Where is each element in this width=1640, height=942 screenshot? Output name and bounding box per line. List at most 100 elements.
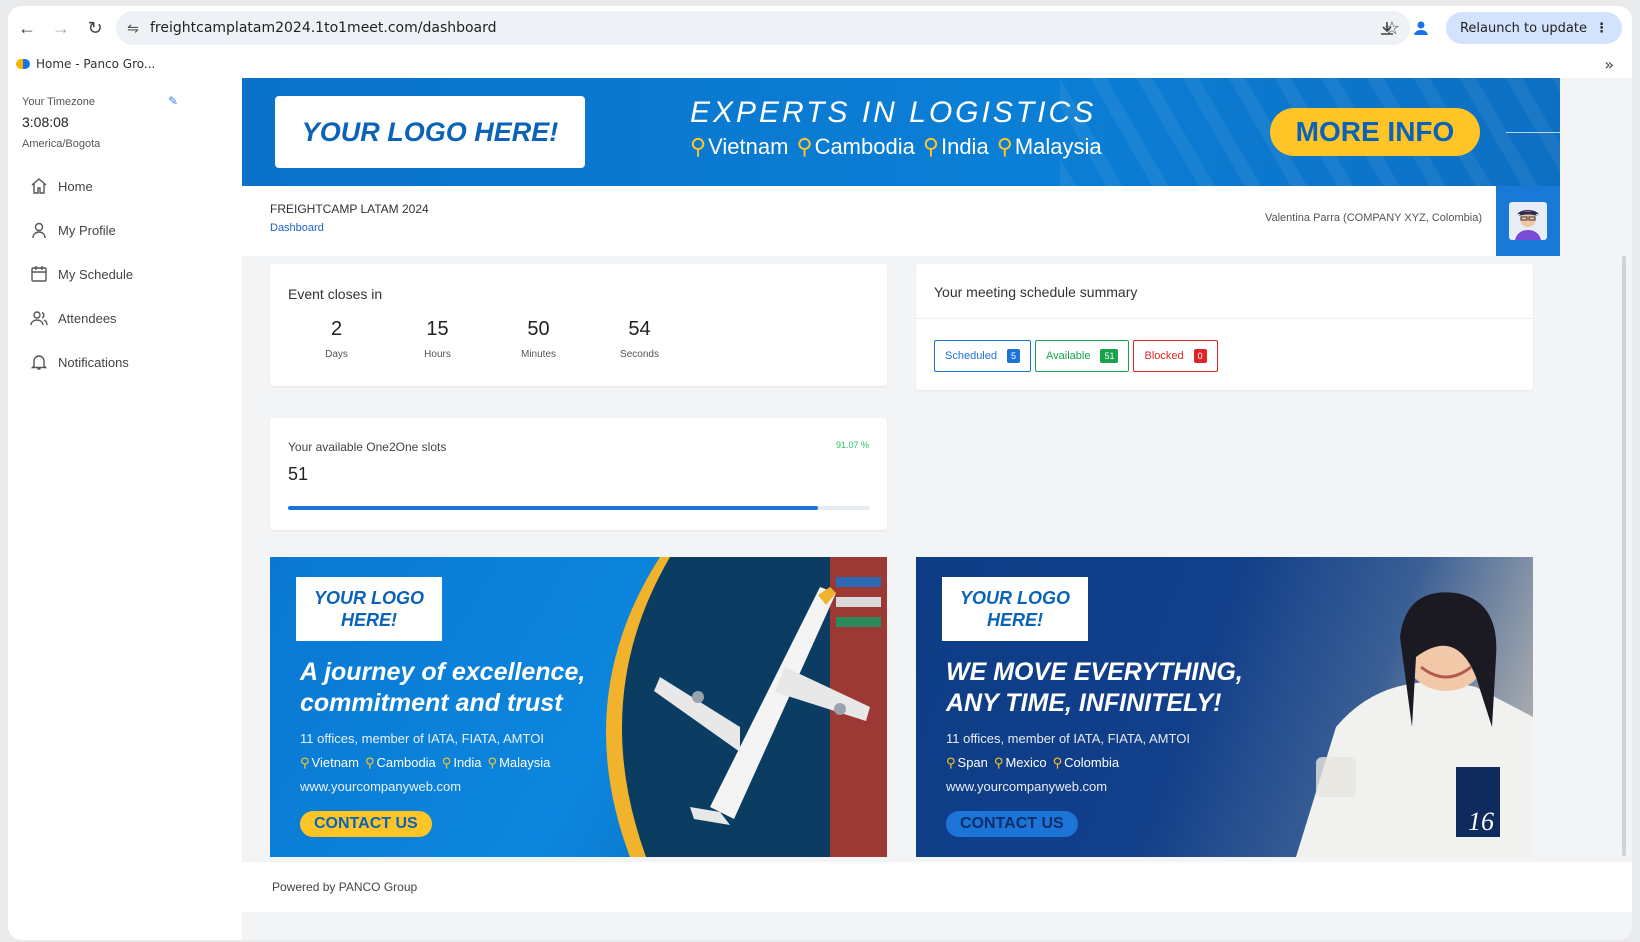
banner-country: ⚲India: [922, 134, 989, 159]
slots-card: Your available One2One slots 91.07 % 51: [270, 418, 887, 530]
slots-count: 51: [288, 464, 309, 484]
sidebar-item-label: Attendees: [58, 310, 117, 326]
sidebar-item-label: My Schedule: [58, 266, 134, 282]
page-scrollbar[interactable]: [1622, 256, 1626, 856]
relaunch-button[interactable]: Relaunch to update ⋮: [1445, 12, 1622, 44]
location-pin-icon: ⚲: [690, 134, 707, 159]
sidebar-item-label: Notifications: [58, 354, 129, 370]
available-pill[interactable]: Available 51: [1035, 340, 1130, 372]
bookmark-home-panco[interactable]: Home - Panco Gro...: [36, 57, 155, 71]
timezone-name: America/Bogota: [22, 138, 101, 150]
schedule-summary-card: Your meeting schedule summary Scheduled …: [916, 264, 1533, 390]
ad-headline: A journey of excellence, commitment and …: [300, 658, 586, 717]
sidebar-item-attendees[interactable]: Attendees: [30, 296, 133, 340]
banner-country: ⚲Cambodia: [796, 134, 915, 159]
countdown-minutes: 50 Minutes: [520, 318, 556, 360]
sidebar-nav: Home My Profile My Schedule Attendees No…: [30, 164, 133, 384]
url-text[interactable]: freightcamplatam2024.1to1meet.com/dashbo…: [150, 20, 497, 36]
top-ad-banner[interactable]: YOUR LOGO HERE! EXPERTS IN LOGISTICS ⚲Vi…: [242, 78, 1560, 186]
ad-banner-move-everything[interactable]: YOUR LOGO HERE! WE MOVE EVERYTHING, ANY …: [916, 557, 1533, 857]
scheduled-pill[interactable]: Scheduled 5: [934, 340, 1032, 372]
scheduled-count-badge: 5: [1007, 349, 1021, 363]
banner-logo: YOUR LOGO HERE!: [275, 96, 585, 168]
sidebar: Your Timezone ✎ 3:08:08 America/Bogota H…: [8, 78, 242, 940]
countdown-hours: 15 Hours: [424, 318, 451, 360]
breadcrumb-dashboard[interactable]: Dashboard: [270, 222, 324, 234]
calendar-icon: [31, 266, 47, 282]
banner-country: ⚲Malaysia: [996, 134, 1102, 159]
site-settings-icon[interactable]: ⇋: [116, 20, 150, 37]
page-header: FREIGHTCAMP LATAM 2024 Dashboard Valenti…: [242, 186, 1560, 256]
ad-banner-journey[interactable]: YOUR LOGO HERE! A journey of excellence,…: [270, 557, 887, 857]
user-icon: [32, 222, 46, 239]
sidebar-item-label: Home: [58, 178, 93, 194]
home-icon: [31, 178, 47, 194]
ad-website: www.yourcompanyweb.com: [300, 779, 462, 794]
ad-headline: WE MOVE EVERYTHING, ANY TIME, INFINITELY…: [946, 658, 1243, 717]
sidebar-item-home[interactable]: Home: [30, 164, 133, 208]
location-pin-icon: ⚲: [300, 755, 310, 770]
footer-text: Powered by PANCO Group: [272, 880, 418, 894]
sidebar-item-notifications[interactable]: Notifications: [30, 340, 133, 384]
schedule-pills: Scheduled 5 Available 51 Blocked 0: [934, 340, 1218, 372]
avatar-icon: [1509, 202, 1547, 240]
location-pin-icon: ⚲: [487, 755, 498, 770]
banner-countries: ⚲Vietnam ⚲Cambodia ⚲India ⚲Malaysia: [690, 134, 1102, 160]
ad-logo: YOUR LOGO HERE!: [296, 577, 442, 641]
location-pin-icon: ⚲: [946, 755, 956, 770]
location-pin-icon: ⚲: [796, 134, 813, 159]
profile-icon[interactable]: [1404, 11, 1438, 45]
card-divider: [916, 318, 1533, 319]
panco-favicon-icon: [16, 59, 30, 69]
avatar[interactable]: [1496, 186, 1560, 256]
contact-us-button[interactable]: CONTACT US: [946, 811, 1078, 837]
available-count-badge: 51: [1100, 349, 1119, 363]
ad-logo: YOUR LOGO HERE!: [942, 577, 1088, 641]
table-number-card: 16: [1468, 807, 1494, 836]
countdown-title: Event closes in: [288, 286, 383, 302]
bookmarks-bar: Home - Panco Gro... »: [8, 50, 1632, 78]
countdown-days: 2 Days: [325, 318, 348, 360]
slots-progress-fill: [288, 506, 819, 510]
slots-percent: 91.07 %: [835, 440, 869, 450]
blocked-pill[interactable]: Blocked 0: [1133, 340, 1218, 372]
more-info-button[interactable]: MORE INFO: [1270, 108, 1480, 156]
timezone-time: 3:08:08: [22, 114, 69, 130]
blocked-count-badge: 0: [1193, 349, 1207, 363]
browser-window: ← → ↻ ⇋ freightcamplatam2024.1to1meet.co…: [8, 6, 1632, 940]
slots-title: Your available One2One slots: [288, 440, 447, 454]
page-footer: Powered by PANCO Group: [242, 862, 1632, 912]
edit-timezone-icon[interactable]: ✎: [168, 94, 178, 108]
relaunch-label: Relaunch to update: [1459, 20, 1587, 36]
schedule-summary-title: Your meeting schedule summary: [934, 284, 1138, 300]
ad-countries: ⚲ Span ⚲ Mexico ⚲ Colombia: [946, 755, 1120, 770]
location-pin-icon: ⚲: [441, 755, 452, 770]
bookmarks-overflow-icon[interactable]: »: [1604, 55, 1614, 74]
download-icon[interactable]: [1370, 11, 1404, 45]
back-icon[interactable]: ←: [10, 11, 44, 45]
location-pin-icon: ⚲: [1052, 755, 1063, 770]
countdown-timer: 2 Days 15 Hours 50 Minutes 54 Seconds: [286, 318, 690, 360]
countdown-card: Event closes in 2 Days 15 Hours 50 Minut…: [270, 264, 887, 386]
sidebar-item-my-profile[interactable]: My Profile: [30, 208, 133, 252]
ad-countries: ⚲ Vietnam ⚲ Cambodia ⚲ India ⚲ Malaysia: [300, 755, 551, 770]
location-pin-icon: ⚲: [996, 134, 1013, 159]
forward-icon[interactable]: →: [44, 11, 78, 45]
users-icon: [30, 311, 48, 326]
timezone-label: Your Timezone: [22, 96, 95, 108]
countdown-seconds: 54 Seconds: [620, 318, 659, 360]
address-bar[interactable]: ⇋ freightcamplatam2024.1to1meet.com/dash…: [116, 11, 1410, 45]
location-pin-icon: ⚲: [922, 134, 939, 159]
sidebar-item-label: My Profile: [58, 222, 116, 238]
ad-subtitle: 11 offices, member of IATA, FIATA, AMTOI: [946, 731, 1190, 746]
location-pin-icon: ⚲: [365, 755, 375, 770]
sidebar-item-my-schedule[interactable]: My Schedule: [30, 252, 133, 296]
reload-icon[interactable]: ↻: [78, 11, 112, 45]
ad-subtitle: 11 offices, member of IATA, FIATA, AMTOI: [300, 731, 544, 746]
contact-us-button[interactable]: CONTACT US: [300, 811, 432, 837]
current-user: Valentina Parra (COMPANY XYZ, Colombia): [1264, 212, 1482, 224]
main-content: YOUR LOGO HERE! EXPERTS IN LOGISTICS ⚲Vi…: [242, 78, 1632, 940]
kebab-menu-icon[interactable]: ⋮: [1595, 21, 1608, 36]
banner-country: ⚲Vietnam: [690, 134, 789, 159]
banner-divider: [1506, 132, 1560, 133]
